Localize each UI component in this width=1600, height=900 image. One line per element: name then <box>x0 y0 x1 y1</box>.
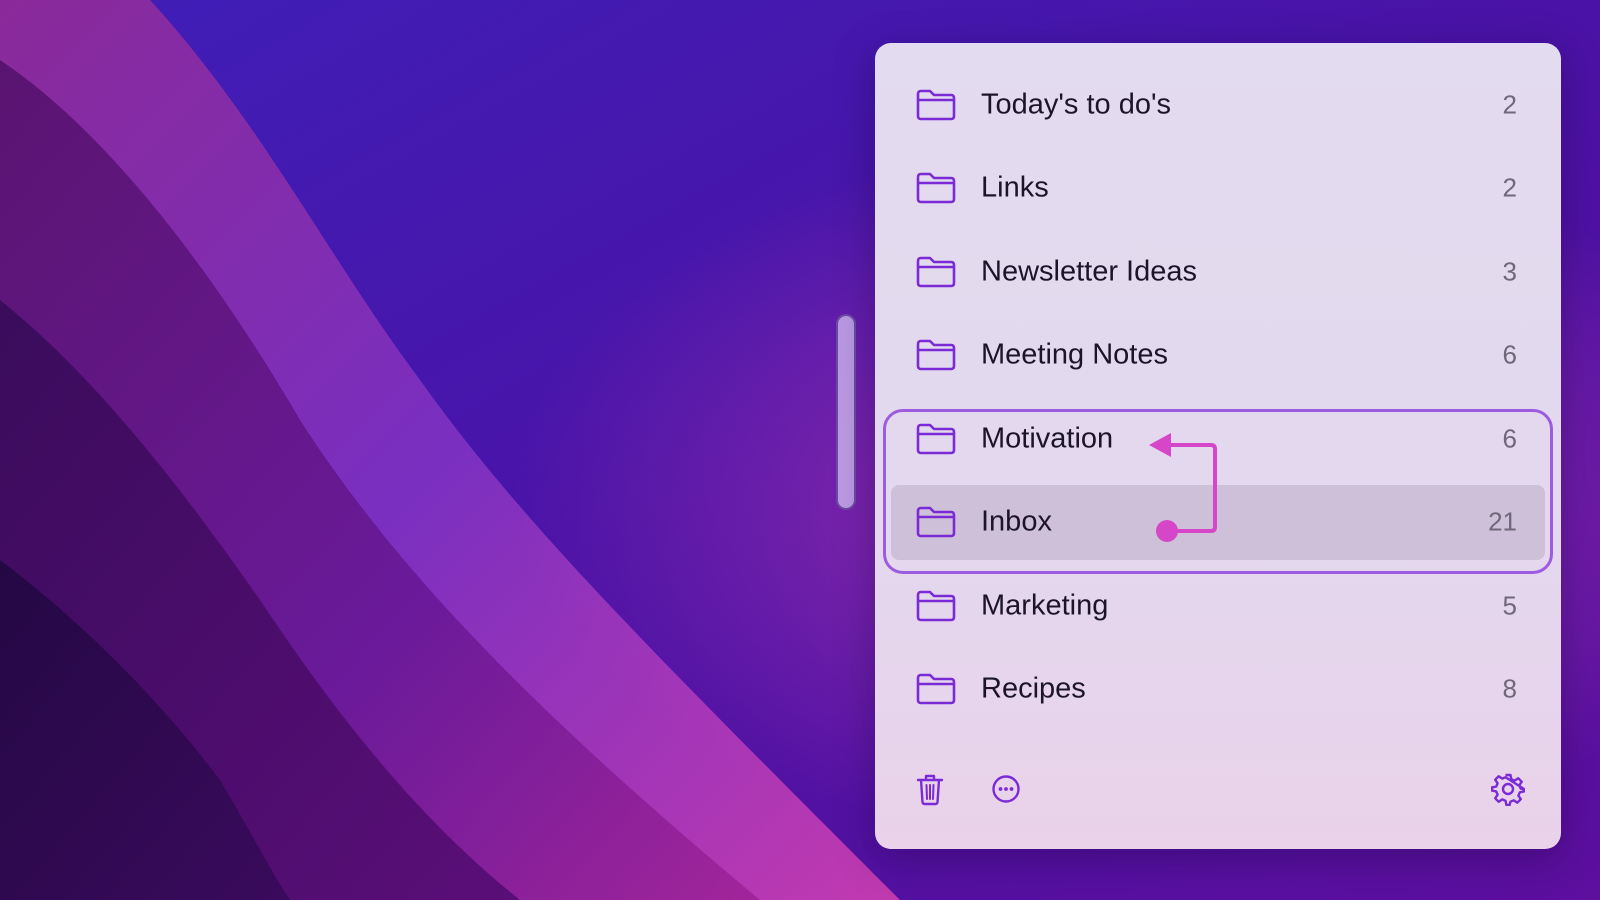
folder-row-meeting-notes[interactable]: Meeting Notes 6 <box>875 314 1561 398</box>
folder-label: Today's to do's <box>981 88 1172 121</box>
more-options-icon <box>992 775 1020 803</box>
folders-panel: Today's to do's 2 Links 2 Newsletter Ide… <box>875 43 1561 849</box>
folder-icon <box>916 89 956 121</box>
folder-icon <box>916 339 956 371</box>
settings-button[interactable] <box>1488 769 1528 809</box>
trash-icon <box>916 774 944 806</box>
folder-label: Recipes <box>981 672 1086 705</box>
folder-count: 6 <box>1502 339 1517 370</box>
folder-icon <box>916 423 956 455</box>
folder-label: Meeting Notes <box>981 338 1168 371</box>
folder-icon <box>916 590 956 622</box>
more-options-button[interactable] <box>986 769 1026 809</box>
folder-row-marketing[interactable]: Marketing 5 <box>875 564 1561 648</box>
folder-count: 6 <box>1502 423 1517 454</box>
folder-count: 2 <box>1502 89 1517 120</box>
folder-icon <box>916 256 956 288</box>
folder-label: Links <box>981 171 1049 204</box>
folder-label: Motivation <box>981 422 1114 455</box>
gear-icon <box>1491 773 1525 806</box>
folder-row-motivation[interactable]: Motivation 6 <box>875 397 1561 481</box>
folder-count: 21 <box>1488 506 1517 537</box>
folder-row-newsletter-ideas[interactable]: Newsletter Ideas 3 <box>875 230 1561 314</box>
folder-row-links[interactable]: Links 2 <box>875 147 1561 231</box>
folder-count: 8 <box>1502 673 1517 704</box>
folder-list: Today's to do's 2 Links 2 Newsletter Ide… <box>875 63 1561 731</box>
folder-row-inbox[interactable]: Inbox 21 <box>875 481 1561 565</box>
folder-row-todays-to-dos[interactable]: Today's to do's 2 <box>875 63 1561 147</box>
folder-icon <box>916 172 956 204</box>
scroll-handle[interactable] <box>836 314 856 510</box>
folder-count: 2 <box>1502 172 1517 203</box>
folder-count: 5 <box>1502 590 1517 621</box>
folder-row-recipes[interactable]: Recipes 8 <box>875 648 1561 732</box>
trash-button[interactable] <box>910 769 950 809</box>
folder-icon <box>916 673 956 705</box>
bottom-toolbar <box>875 749 1561 849</box>
folder-label: Newsletter Ideas <box>981 255 1197 288</box>
folder-label: Inbox <box>981 505 1052 538</box>
folder-icon <box>916 506 956 538</box>
folder-label: Marketing <box>981 589 1109 622</box>
folder-count: 3 <box>1502 256 1517 287</box>
